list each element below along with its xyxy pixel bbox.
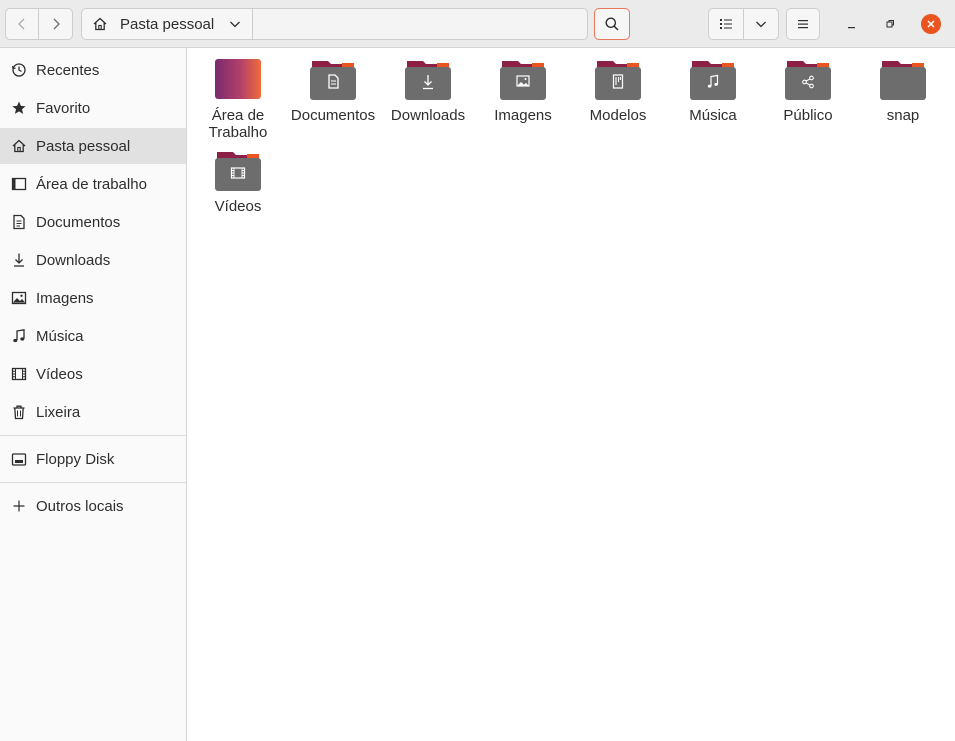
floppy-disk-icon [10, 450, 28, 468]
sidebar-item-label: Vídeos [36, 365, 83, 383]
close-button[interactable] [921, 14, 941, 34]
file-item-label: Modelos [589, 107, 647, 124]
sidebar-item-recentes[interactable]: Recentes [0, 52, 186, 88]
pictures-folder-icon [500, 61, 546, 100]
sidebar-item-label: Outros locais [36, 497, 124, 515]
public-folder-icon [785, 61, 831, 100]
desktop-folder-icon [215, 59, 261, 99]
path-bar[interactable]: Pasta pessoal [81, 8, 588, 40]
file-item-label: Downloads [390, 107, 466, 124]
plus-icon [10, 497, 28, 515]
maximize-button[interactable] [880, 14, 900, 34]
trash-icon [10, 403, 28, 421]
chevron-left-icon [18, 18, 25, 30]
downloads-folder-icon [405, 61, 451, 100]
back-button[interactable] [5, 8, 39, 40]
documents-folder-icon [310, 61, 356, 100]
document-icon [10, 213, 28, 231]
sidebar-item-favorito[interactable]: Favorito [0, 90, 186, 126]
chevron-down-icon [756, 21, 766, 28]
videos-folder-icon [215, 152, 261, 191]
sidebar-item-label: Recentes [36, 61, 100, 79]
sidebar-item-label: Documentos [36, 213, 121, 231]
hamburger-menu-icon [798, 20, 808, 29]
file-item-area-de-trabalho[interactable]: Área de Trabalho [193, 58, 283, 141]
sidebar-item-lixeira[interactable]: Lixeira [0, 394, 186, 430]
sidebar-separator [0, 435, 186, 436]
video-icon [10, 365, 28, 383]
search-button[interactable] [594, 8, 630, 40]
view-options-button[interactable] [743, 8, 779, 40]
sidebar-item-label: Imagens [36, 289, 94, 307]
sidebar-item-label: Favorito [36, 99, 91, 117]
clock-icon [10, 61, 28, 79]
minimize-button[interactable] [841, 14, 861, 34]
sidebar-item-label: Música [36, 327, 84, 345]
file-item-documentos[interactable]: Documentos [288, 58, 378, 124]
file-item-label: Documentos [290, 107, 376, 124]
file-item-label: snap [886, 107, 920, 124]
sidebar-item-label: Pasta pessoal [36, 137, 131, 155]
sidebar-item-videos[interactable]: Vídeos [0, 356, 186, 392]
sidebar: Recentes Favorito Pasta pessoal Área de … [0, 48, 187, 741]
chevron-down-icon [228, 17, 242, 31]
path-location-label: Pasta pessoal [120, 15, 215, 33]
image-icon [10, 289, 28, 307]
sidebar-item-label: Floppy Disk [36, 450, 115, 468]
sidebar-item-documentos[interactable]: Documentos [0, 204, 186, 240]
main-menu-button[interactable] [786, 8, 820, 40]
search-icon [605, 17, 619, 31]
sidebar-item-floppy-disk[interactable]: Floppy Disk [0, 441, 186, 477]
home-icon [10, 137, 28, 155]
chevron-right-icon [53, 18, 60, 30]
file-item-publico[interactable]: Público [763, 58, 853, 124]
sidebar-item-label: Lixeira [36, 403, 81, 421]
sidebar-item-area-de-trabalho[interactable]: Área de trabalho [0, 166, 186, 202]
music-folder-icon [690, 61, 736, 100]
file-grid: Área de Trabalho Documentos Downloads Im… [187, 48, 955, 741]
sidebar-item-pasta-pessoal[interactable]: Pasta pessoal [0, 128, 186, 164]
music-icon [10, 327, 28, 345]
sidebar-item-imagens[interactable]: Imagens [0, 280, 186, 316]
file-item-imagens[interactable]: Imagens [478, 58, 568, 124]
download-icon [10, 251, 28, 269]
sidebar-separator [0, 482, 186, 483]
file-item-videos[interactable]: Vídeos [193, 149, 283, 215]
folder-icon [880, 61, 926, 100]
forward-button[interactable] [38, 8, 73, 40]
header-bar: Pasta pessoal [0, 0, 955, 48]
templates-folder-icon [595, 61, 641, 100]
sidebar-item-musica[interactable]: Música [0, 318, 186, 354]
list-view-button[interactable] [708, 8, 744, 40]
file-item-downloads[interactable]: Downloads [383, 58, 473, 124]
desktop-icon [10, 175, 28, 193]
file-item-snap[interactable]: snap [858, 58, 948, 124]
file-item-label: Público [783, 107, 833, 124]
file-item-label: Área de Trabalho [208, 107, 268, 141]
star-icon [10, 99, 28, 117]
list-view-icon [720, 19, 732, 29]
file-item-musica[interactable]: Música [668, 58, 758, 124]
file-item-label: Vídeos [214, 198, 262, 215]
close-icon [927, 20, 935, 28]
sidebar-item-label: Downloads [36, 251, 111, 269]
minimize-icon [848, 27, 855, 29]
restore-icon [886, 20, 894, 28]
file-item-label: Imagens [494, 107, 552, 124]
sidebar-item-label: Área de trabalho [36, 175, 147, 193]
file-item-modelos[interactable]: Modelos [573, 58, 663, 124]
home-icon [91, 15, 109, 33]
sidebar-item-downloads[interactable]: Downloads [0, 242, 186, 278]
path-home-button[interactable]: Pasta pessoal [82, 9, 253, 39]
sidebar-item-outros-locais[interactable]: Outros locais [0, 488, 186, 524]
file-item-label: Música [689, 107, 737, 124]
